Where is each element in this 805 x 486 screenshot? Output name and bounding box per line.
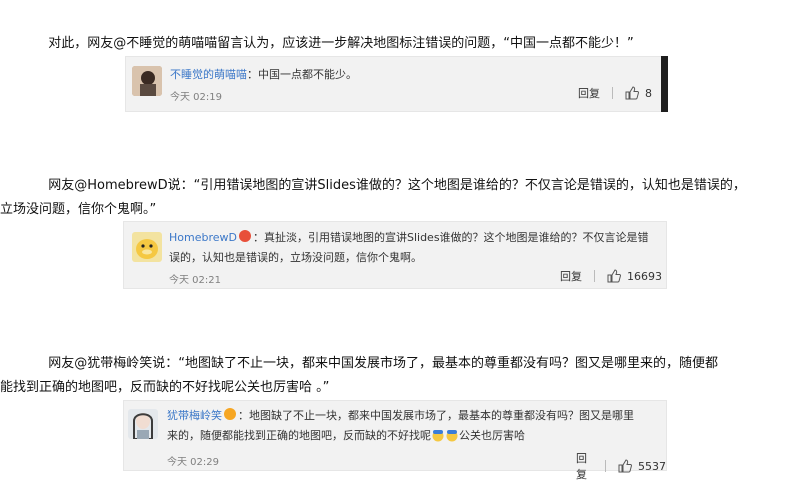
comment-time: 今天 02:21 <box>169 275 221 286</box>
divider <box>594 270 595 282</box>
thumbs-up-icon[interactable] <box>625 86 639 100</box>
comment-body: HomebrewD ：真扯淡，引用错误地图的宣讲Slides谁做的？这个地图是谁给… <box>169 228 659 268</box>
like-count: 5537 <box>638 459 666 473</box>
comment-body: 犹带梅岭笑 ：地图缺了不止一块，都来中国发展市场了，最基本的尊重都没有吗？图又是哪… <box>167 406 662 446</box>
paragraph-2: 网友@HomebrewD说：“引用错误地图的宣讲Slides谁做的？这个地图是谁… <box>0 150 805 222</box>
comment-text: ：中国一点都不能少。 <box>247 68 357 81</box>
emoji-icon <box>431 428 445 442</box>
comment-username[interactable]: HomebrewD <box>169 231 237 244</box>
comment-time: 今天 02:19 <box>170 92 222 103</box>
reply-button[interactable]: 回复 <box>578 85 600 101</box>
paragraph-2-line1: 网友@HomebrewD说：“引用错误地图的宣讲Slides谁做的？这个地图是谁… <box>48 178 746 193</box>
comment-text-line1: ：真扯淡，引用错误地图的宣讲Slides谁做的？这个地图是谁给的？不仅言论是错 <box>252 231 649 244</box>
comment-card-2: HomebrewD ：真扯淡，引用错误地图的宣讲Slides谁做的？这个地图是谁给… <box>123 221 667 289</box>
vip-badge-icon <box>238 230 251 242</box>
paragraph-3-line2: 能找到正确的地图吧，反而缺的不好找呢公关也厉害哈 。” <box>0 380 330 395</box>
divider <box>605 460 606 472</box>
paragraph-1: 对此，网友@不睡觉的萌喵喵留言认为，应该进一步解决地图标注错误的问题，“中国一点… <box>0 8 805 56</box>
comment-text-line2: 误的，认知也是错误的，立场没问题，信你个鬼啊。 <box>169 251 422 264</box>
avatar[interactable] <box>132 232 162 262</box>
scrollbar-edge <box>661 56 668 112</box>
vip-badge-icon <box>224 408 236 420</box>
thumbs-up-icon[interactable] <box>607 269 621 283</box>
paragraph-2-line2: 立场没问题，信你个鬼啊。” <box>0 202 157 217</box>
comment-body: 不睡觉的萌喵喵：中国一点都不能少。 <box>170 65 357 85</box>
emoji-icon <box>445 428 459 442</box>
comment-username[interactable]: 犹带梅岭笑 <box>167 409 222 422</box>
comment-text-line1: ：地图缺了不止一块，都来中国发展市场了，最基本的尊重都没有吗？图又是哪里 <box>238 409 634 422</box>
reply-button[interactable]: 回复 <box>576 450 593 482</box>
comment-actions: 回复 8 <box>578 85 652 101</box>
like-count: 8 <box>645 86 652 100</box>
reply-button[interactable]: 回复 <box>560 268 582 284</box>
paragraph-3-line1: 网友@犹带梅岭笑说：“地图缺了不止一块，都来中国发展市场了，最基本的尊重都没有吗… <box>48 356 719 371</box>
comment-card-3: 犹带梅岭笑 ：地图缺了不止一块，都来中国发展市场了，最基本的尊重都没有吗？图又是哪… <box>123 400 667 481</box>
comment-actions: 回复 5537 <box>576 450 666 482</box>
comment-text-line2a: 来的，随便都能找到正确的地图吧，反而缺的不好找呢 <box>167 429 431 442</box>
comment-username[interactable]: 不睡觉的萌喵喵 <box>170 68 247 81</box>
comment-card-1: 不睡觉的萌喵喵：中国一点都不能少。 今天 02:19 回复 8 <box>125 56 663 112</box>
paragraph-3: 网友@犹带梅岭笑说：“地图缺了不止一块，都来中国发展市场了，最基本的尊重都没有吗… <box>0 328 805 400</box>
like-count: 16693 <box>627 269 662 283</box>
comment-text-line2b: 公关也厉害哈 <box>459 429 525 442</box>
thumbs-up-icon[interactable] <box>618 459 632 473</box>
comment-actions: 回复 16693 <box>560 268 662 284</box>
avatar[interactable] <box>132 66 162 96</box>
avatar[interactable] <box>128 409 158 439</box>
divider <box>612 87 613 99</box>
paragraph-1-text: 对此，网友@不睡觉的萌喵喵留言认为，应该进一步解决地图标注错误的问题，“中国一点… <box>48 36 634 51</box>
comment-time: 今天 02:29 <box>167 457 219 468</box>
